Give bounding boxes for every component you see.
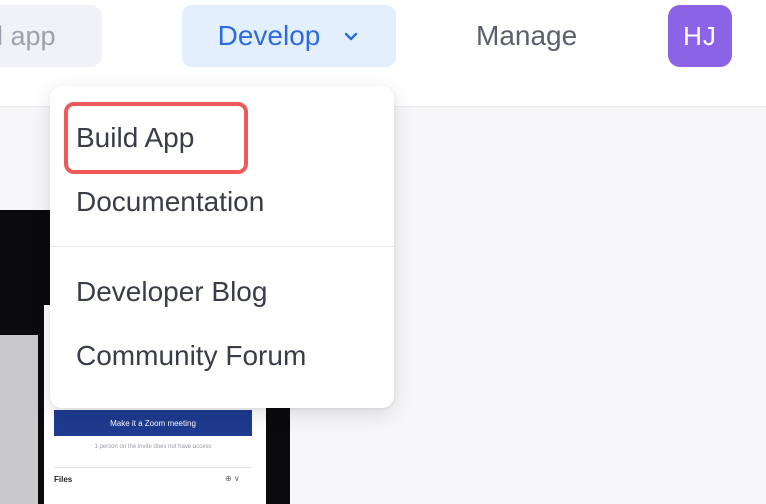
app-search-input[interactable]: d app: [0, 5, 102, 67]
user-avatar[interactable]: HJ: [668, 5, 732, 67]
files-label: Files: [54, 475, 73, 484]
build-app-highlight-box: [64, 102, 248, 174]
access-note: 1 person on the invite does not have acc…: [94, 444, 212, 450]
develop-menu-button[interactable]: Develop: [182, 5, 396, 67]
menu-item-documentation[interactable]: Documentation: [76, 186, 264, 218]
manage-label: Manage: [476, 20, 578, 51]
menu-item-developer-blog[interactable]: Developer Blog: [76, 276, 267, 308]
menu-item-community-forum[interactable]: Community Forum: [76, 340, 306, 372]
avatar-initials: HJ: [683, 20, 717, 51]
menu-divider: [50, 246, 394, 247]
add-icon: ⊕ ∨: [225, 474, 240, 483]
make-zoom-meeting-banner: Make it a Zoom meeting: [54, 410, 252, 436]
thumbnail-divider: [54, 467, 252, 468]
chevron-down-icon: [345, 32, 358, 41]
search-input-text: d app: [0, 21, 56, 51]
manage-menu-button[interactable]: Manage: [476, 5, 577, 67]
thumbnail-side-panel: [0, 335, 38, 504]
develop-label: Develop: [217, 20, 321, 51]
zoom-banner-text: Make it a Zoom meeting: [110, 418, 196, 428]
